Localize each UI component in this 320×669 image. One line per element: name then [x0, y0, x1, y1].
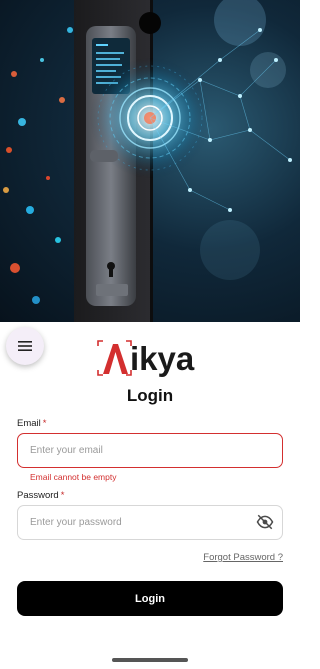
logo-wordmark: ikya	[130, 340, 195, 377]
password-label: Password *	[17, 490, 64, 501]
forgot-password-link[interactable]: Forgot Password ?	[203, 552, 283, 563]
email-error-message: Email cannot be empty	[30, 472, 117, 482]
password-visibility-toggle[interactable]	[256, 513, 274, 531]
aikya-logo: ikya	[96, 338, 208, 378]
password-label-text: Password	[17, 490, 59, 501]
hamburger-menu-icon	[18, 341, 32, 351]
menu-button[interactable]	[6, 327, 44, 365]
required-marker: *	[42, 418, 47, 429]
hero-image	[0, 0, 300, 322]
email-label: Email *	[17, 418, 46, 429]
email-label-text: Email	[17, 418, 41, 429]
login-button[interactable]: Login	[17, 581, 283, 616]
page-title: Login	[126, 386, 174, 405]
home-indicator	[112, 658, 188, 662]
camera-cutout	[139, 12, 161, 34]
email-input[interactable]	[17, 433, 283, 468]
eye-off-icon	[256, 514, 274, 530]
required-marker: *	[60, 490, 65, 501]
password-input[interactable]	[17, 505, 283, 540]
